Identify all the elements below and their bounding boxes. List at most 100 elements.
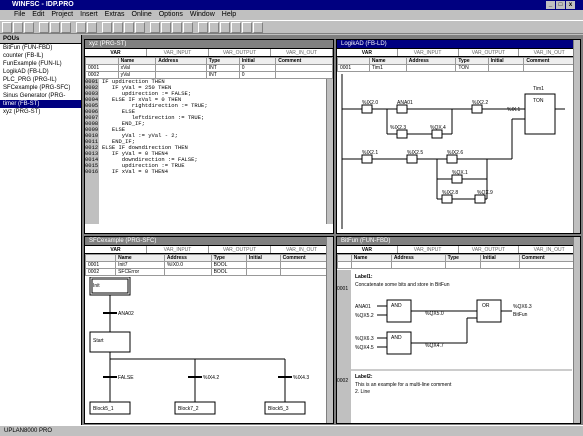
breakpoint-icon[interactable]	[220, 22, 230, 33]
save-icon[interactable]	[24, 22, 34, 33]
comment-cell[interactable]	[275, 71, 333, 79]
pou-item[interactable]: Sinus Generator (PRG-	[0, 92, 81, 100]
sfc-window-titlebar[interactable]: SFCexample (PRG-SFC)	[85, 237, 333, 246]
coil-icon[interactable]	[124, 22, 134, 33]
menu-online[interactable]: Online	[132, 10, 152, 20]
pou-item[interactable]: xyz (PRG-ST)	[0, 108, 81, 116]
table-row[interactable]	[337, 261, 580, 269]
menu-insert[interactable]: Insert	[80, 10, 98, 20]
ld-contact[interactable]	[471, 104, 483, 114]
ld-contact[interactable]	[361, 104, 373, 114]
address-cell[interactable]	[155, 64, 207, 72]
parallel-contact-icon[interactable]	[113, 22, 123, 33]
vertical-scrollbar[interactable]	[573, 40, 580, 233]
ld-contact[interactable]	[396, 104, 408, 114]
table-row[interactable]: 0001 xVal INT 0	[85, 64, 333, 72]
tab-var[interactable]: VAR	[85, 246, 147, 253]
var-name-cell[interactable]: Init7	[115, 261, 165, 269]
tab-var-input[interactable]: VAR_INPUT	[147, 49, 209, 56]
var-name-cell[interactable]: Tim1	[368, 64, 407, 72]
help-icon[interactable]	[253, 22, 263, 33]
comment-cell[interactable]	[523, 64, 580, 72]
initial-cell[interactable]: 0	[238, 71, 277, 79]
ld-contact[interactable]	[406, 154, 418, 164]
ld-contact[interactable]	[446, 154, 458, 164]
tab-var-in-out[interactable]: VAR_IN_OUT	[271, 246, 333, 253]
ld-contact[interactable]	[396, 129, 408, 139]
address-cell[interactable]	[405, 64, 457, 72]
cut-icon[interactable]	[39, 22, 49, 33]
table-row[interactable]: 0001 Tim1 TON	[337, 64, 580, 72]
type-cell[interactable]: INT	[205, 64, 240, 72]
ld-diagram[interactable]: %IX2.0 ANA01 %IX2.2 %IX2.3 %QX.4 Tim1 TO…	[337, 74, 572, 234]
minimize-button[interactable]: _	[546, 1, 555, 9]
tab-var[interactable]: VAR	[337, 49, 398, 56]
new-icon[interactable]	[2, 22, 12, 33]
var-name-cell[interactable]: xVal	[117, 64, 157, 72]
write-icon[interactable]	[231, 22, 241, 33]
pou-item[interactable]: LogikAD (FB-LD)	[0, 68, 81, 76]
comment-cell[interactable]	[279, 261, 333, 269]
tab-var-input[interactable]: VAR_INPUT	[147, 246, 209, 253]
comment-cell[interactable]	[279, 268, 333, 276]
box-icon[interactable]	[135, 22, 145, 33]
menu-project[interactable]: Project	[51, 10, 73, 20]
tab-var-input[interactable]: VAR_INPUT	[398, 49, 459, 56]
login-icon[interactable]	[150, 22, 160, 33]
fbd-window-titlebar[interactable]: BitFun (FUN-FBD)	[337, 237, 580, 246]
fbd-diagram[interactable]: 0001 0002 Label1: Concatenate some bits …	[337, 270, 572, 424]
close-button[interactable]: x	[566, 1, 575, 9]
table-row[interactable]: 0002 SFCError BOOL	[85, 268, 333, 276]
initial-cell[interactable]	[245, 268, 281, 276]
contact-icon[interactable]	[102, 22, 112, 33]
table-row[interactable]: 0001 Init7 %IX0.0 BOOL	[85, 261, 333, 269]
code-line[interactable]: IF xVal = 0 THEN4	[102, 169, 208, 175]
maximize-button[interactable]: □	[556, 1, 565, 9]
tab-var-in-out[interactable]: VAR_IN_OUT	[519, 246, 580, 253]
ld-contact[interactable]	[451, 174, 463, 184]
ld-contact[interactable]	[474, 194, 486, 204]
menu-edit[interactable]: Edit	[32, 10, 44, 20]
initial-cell[interactable]: 0	[238, 64, 277, 72]
logout-icon[interactable]	[161, 22, 171, 33]
menu-file[interactable]: File	[14, 10, 25, 20]
run-icon[interactable]	[172, 22, 182, 33]
pou-item[interactable]: PLC_PRG (PRG-IL)	[0, 76, 81, 84]
tab-var-output[interactable]: VAR_OUTPUT	[459, 246, 520, 253]
menu-help[interactable]: Help	[222, 10, 236, 20]
find-icon[interactable]	[76, 22, 86, 33]
tab-var-input[interactable]: VAR_INPUT	[398, 246, 459, 253]
vertical-scrollbar[interactable]	[573, 237, 580, 423]
paste-icon[interactable]	[61, 22, 71, 33]
tab-var-output[interactable]: VAR_OUTPUT	[209, 49, 271, 56]
menu-extras[interactable]: Extras	[105, 10, 125, 20]
menu-options[interactable]: Options	[159, 10, 183, 20]
step-in-icon[interactable]	[198, 22, 208, 33]
pou-item[interactable]: FunExample (FUN-IL)	[0, 60, 81, 68]
tab-var-in-out[interactable]: VAR_IN_OUT	[271, 49, 333, 56]
force-icon[interactable]	[242, 22, 252, 33]
comment-cell[interactable]	[275, 64, 333, 72]
st-window-titlebar[interactable]: xyz (PRG-ST)	[85, 40, 333, 49]
type-cell[interactable]: INT	[205, 71, 240, 79]
initial-cell[interactable]	[245, 261, 281, 269]
tab-var-in-out[interactable]: VAR_IN_OUT	[519, 49, 580, 56]
stop-icon[interactable]	[183, 22, 193, 33]
find-next-icon[interactable]	[87, 22, 97, 33]
ld-contact[interactable]	[441, 194, 453, 204]
st-code-area[interactable]: 0001 0002 0003 0004 0005 0006 0007 0008 0009 0010…	[85, 79, 333, 224]
step-over-icon[interactable]	[209, 22, 219, 33]
var-name-cell[interactable]: SFCError	[115, 268, 165, 276]
ld-contact[interactable]	[361, 154, 373, 164]
address-cell[interactable]	[163, 268, 212, 276]
initial-cell[interactable]	[487, 64, 525, 72]
menu-window[interactable]: Window	[190, 10, 215, 20]
st-code-text[interactable]: IF updirection THEN IF yVal = 250 THEN u…	[102, 79, 208, 175]
address-cell[interactable]: %IX0.0	[163, 261, 212, 269]
ld-contact[interactable]	[431, 129, 443, 139]
pou-item[interactable]: counter (FB-IL)	[0, 52, 81, 60]
copy-icon[interactable]	[50, 22, 60, 33]
pou-item[interactable]: SFCexample (PRG-SFC)	[0, 84, 81, 92]
ld-window-titlebar[interactable]: LogikAD (FB-LD)	[337, 40, 580, 49]
type-cell[interactable]: BOOL	[210, 268, 247, 276]
